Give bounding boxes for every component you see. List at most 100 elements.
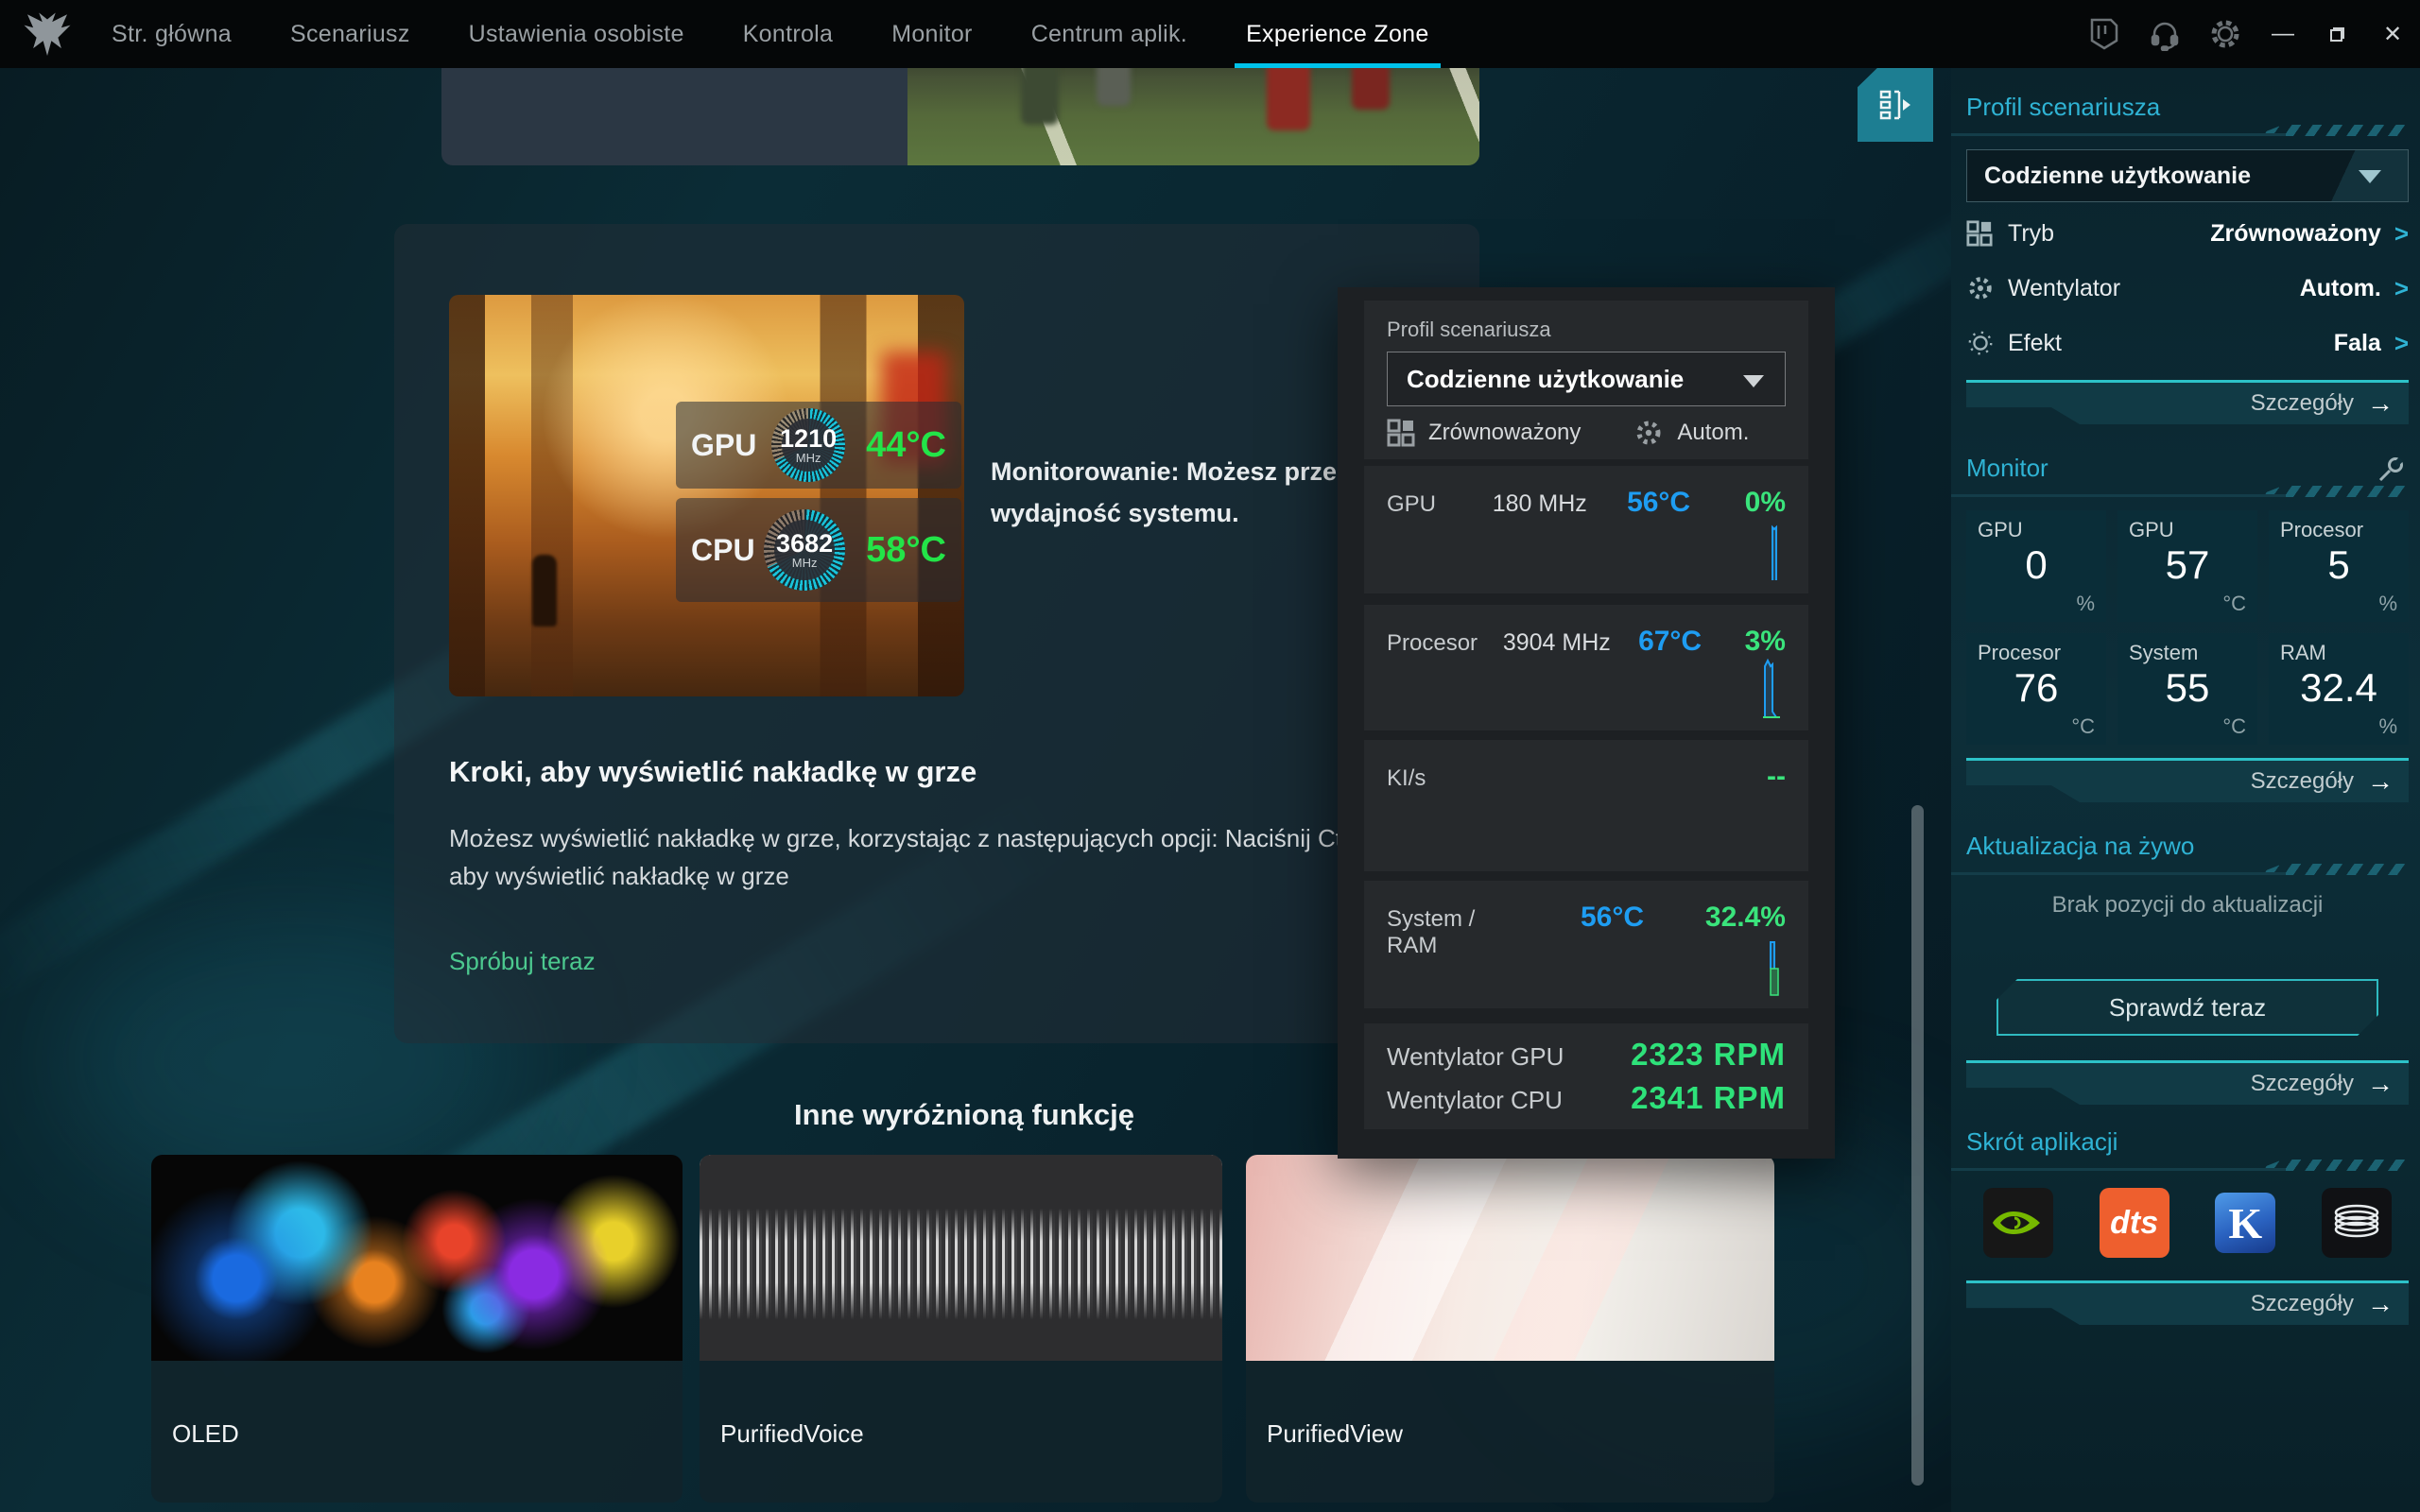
tile-label: Procesor — [1978, 641, 2061, 665]
scenario-row-fan[interactable]: Wentylator Autom. > — [1966, 265, 2409, 312]
fan-gpu-row: Wentylator GPU 2323 RPM — [1387, 1037, 1786, 1073]
monitor-details-button[interactable]: Szczegóły → — [1966, 758, 2409, 802]
nav-item-scenario[interactable]: Scenariusz — [290, 0, 410, 68]
hud-cpu-temp: 58°C — [866, 530, 946, 571]
fan-row-value: Autom. — [2300, 275, 2381, 302]
nav-item-monitor[interactable]: Monitor — [891, 0, 972, 68]
planet9-icon[interactable] — [2074, 0, 2135, 68]
tile-cpu-temp: Procesor 76 °C — [1966, 633, 2106, 745]
dts-label: dts — [2110, 1205, 2158, 1242]
details-label: Szczegóły — [2251, 768, 2354, 795]
purifiedview-label: PurifiedView — [1267, 1419, 1403, 1449]
tile-value: 32.4 — [2269, 665, 2409, 711]
scenario-profile-panel: Profil scenariusza Codzienne użytkowanie — [1966, 85, 2409, 424]
nvidia-app-icon[interactable] — [1983, 1188, 2053, 1258]
arrow-right-icon: → — [2367, 1069, 2394, 1099]
predator-sense-window: Str. główna Scenariusz Ustawienia osobis… — [0, 0, 2420, 1512]
scenario-panel-title: Profil scenariusza — [1966, 93, 2160, 122]
minimize-button[interactable]: — — [2256, 0, 2310, 68]
app-shortcut-row: dts K — [1983, 1188, 2392, 1258]
feature-card-oled[interactable]: OLED — [151, 1155, 683, 1503]
apps-details-button[interactable]: Szczegóły → — [1966, 1280, 2409, 1325]
gpu-mhz-unit: MHz — [796, 451, 821, 465]
tile-value: 5 — [2269, 542, 2409, 588]
monitor-tiles: GPU 0 % GPU 57 °C Procesor 5 % Procesor … — [1966, 510, 2409, 745]
scrolled-card-football[interactable] — [441, 68, 1479, 165]
chevron-right-icon: > — [2394, 219, 2409, 249]
gpu-frequency-gauge: 1210MHz — [771, 408, 845, 482]
feature-card-purifiedvoice[interactable]: PurifiedVoice — [700, 1155, 1222, 1503]
purifiedvoice-image — [700, 1155, 1222, 1361]
cpu-mhz-unit: MHz — [792, 556, 818, 570]
check-now-button[interactable]: Sprawdź teraz — [1996, 979, 2378, 1036]
sidebar-expand-tab[interactable] — [1858, 68, 1933, 142]
details-label: Szczegóły — [2251, 390, 2354, 417]
oled-image — [151, 1155, 683, 1361]
tile-label: GPU — [2129, 518, 2174, 542]
fan-row-label: Wentylator — [2008, 275, 2300, 302]
chevron-right-icon: > — [2394, 329, 2409, 358]
overlay-profile-section: Profil scenariusza Codzienne użytkowanie… — [1364, 301, 1808, 459]
tile-value: 0 — [1966, 542, 2106, 588]
update-details-button[interactable]: Szczegóły → — [1966, 1060, 2409, 1105]
killer-label: K — [2228, 1198, 2262, 1248]
app-shortcuts-header: Skrót aplikacji — [1966, 1120, 2409, 1163]
try-now-link[interactable]: Spróbuj teraz — [449, 947, 596, 976]
nav-item-control[interactable]: Kontrola — [743, 0, 834, 68]
fan-cpu-row: Wentylator CPU 2341 RPM — [1387, 1080, 1786, 1116]
live-update-title: Aktualizacja na żywo — [1966, 832, 2194, 861]
fan-chip: Autom. — [1634, 418, 1749, 448]
tile-unit: °C — [2222, 592, 2246, 616]
monitor-panel-title: Monitor — [1966, 454, 2048, 483]
feature-card-purifiedview[interactable]: PurifiedView — [1246, 1155, 1774, 1503]
settings-gear-icon[interactable] — [2195, 0, 2256, 68]
fan-chip-label: Autom. — [1677, 420, 1749, 446]
football-player-leg — [1352, 68, 1390, 110]
scenario-details-button[interactable]: Szczegóły → — [1966, 380, 2409, 424]
overlay-row-cpu: Procesor 3904 MHz 67°C 3% — [1364, 605, 1808, 730]
tile-label: Procesor — [2280, 518, 2363, 542]
hud-gpu-temp: 44°C — [866, 425, 946, 466]
maximize-button[interactable] — [2310, 0, 2365, 68]
details-label: Szczegóły — [2251, 1071, 2354, 1097]
dts-app-icon[interactable]: dts — [2100, 1188, 2169, 1258]
hud-gpu-label: GPU — [691, 428, 771, 463]
scenario-dropdown[interactable]: Codzienne użytkowanie — [1966, 149, 2409, 202]
nav-item-home[interactable]: Str. główna — [112, 0, 232, 68]
tile-unit: % — [2378, 714, 2397, 739]
nav-item-app-center[interactable]: Centrum aplik. — [1031, 0, 1187, 68]
header-line — [1951, 133, 2286, 136]
tile-system-temp: System 55 °C — [2118, 633, 2257, 745]
fan-cpu-rpm: 2341 RPM — [1631, 1080, 1786, 1116]
gpu-row-temp: 56°C — [1587, 487, 1690, 519]
football-player-leg — [1097, 68, 1131, 106]
lighting-effect-icon — [1966, 329, 2008, 357]
arrow-right-icon: → — [2367, 388, 2394, 419]
monitor-panel: Monitor GPU 0 % GPU — [1966, 446, 2409, 802]
coil-app-icon[interactable] — [2322, 1188, 2392, 1258]
right-sidebar: Profil scenariusza Codzienne użytkowanie — [1951, 68, 2420, 1512]
nav-item-personal-settings[interactable]: Ustawienia osobiste — [469, 0, 684, 68]
overlay-profile-dropdown[interactable]: Codzienne użytkowanie — [1387, 352, 1786, 406]
close-button[interactable]: ✕ — [2365, 0, 2420, 68]
fan-gpu-rpm: 2323 RPM — [1631, 1037, 1786, 1073]
chevron-down-icon — [2328, 150, 2408, 201]
tile-value: 57 — [2118, 542, 2257, 588]
details-label: Szczegóły — [2251, 1291, 2354, 1317]
scenario-row-effect[interactable]: Efekt Fala > — [1966, 319, 2409, 367]
tile-label: RAM — [2280, 641, 2326, 665]
nav-item-experience-zone[interactable]: Experience Zone — [1246, 0, 1429, 68]
content-scrollbar[interactable] — [1911, 805, 1924, 1486]
top-bar: Str. główna Scenariusz Ustawienia osobis… — [0, 0, 2420, 68]
gpu-sparkline — [1746, 522, 1784, 582]
killer-app-icon[interactable]: K — [2215, 1193, 2275, 1253]
main-nav: Str. główna Scenariusz Ustawienia osobis… — [112, 0, 1429, 68]
gpu-row-load: 0% — [1690, 487, 1786, 519]
effect-row-label: Efekt — [2008, 330, 2334, 357]
scenario-row-mode[interactable]: Tryb Zrównoważony > — [1966, 210, 2409, 257]
support-headset-icon[interactable] — [2135, 0, 2195, 68]
overlay-profile-label: Profil scenariusza — [1387, 318, 1551, 342]
purifiedvoice-label: PurifiedVoice — [720, 1419, 864, 1449]
wrench-icon[interactable] — [2377, 455, 2405, 490]
overlay-row-gpu: GPU 180 MHz 56°C 0% — [1364, 466, 1808, 593]
